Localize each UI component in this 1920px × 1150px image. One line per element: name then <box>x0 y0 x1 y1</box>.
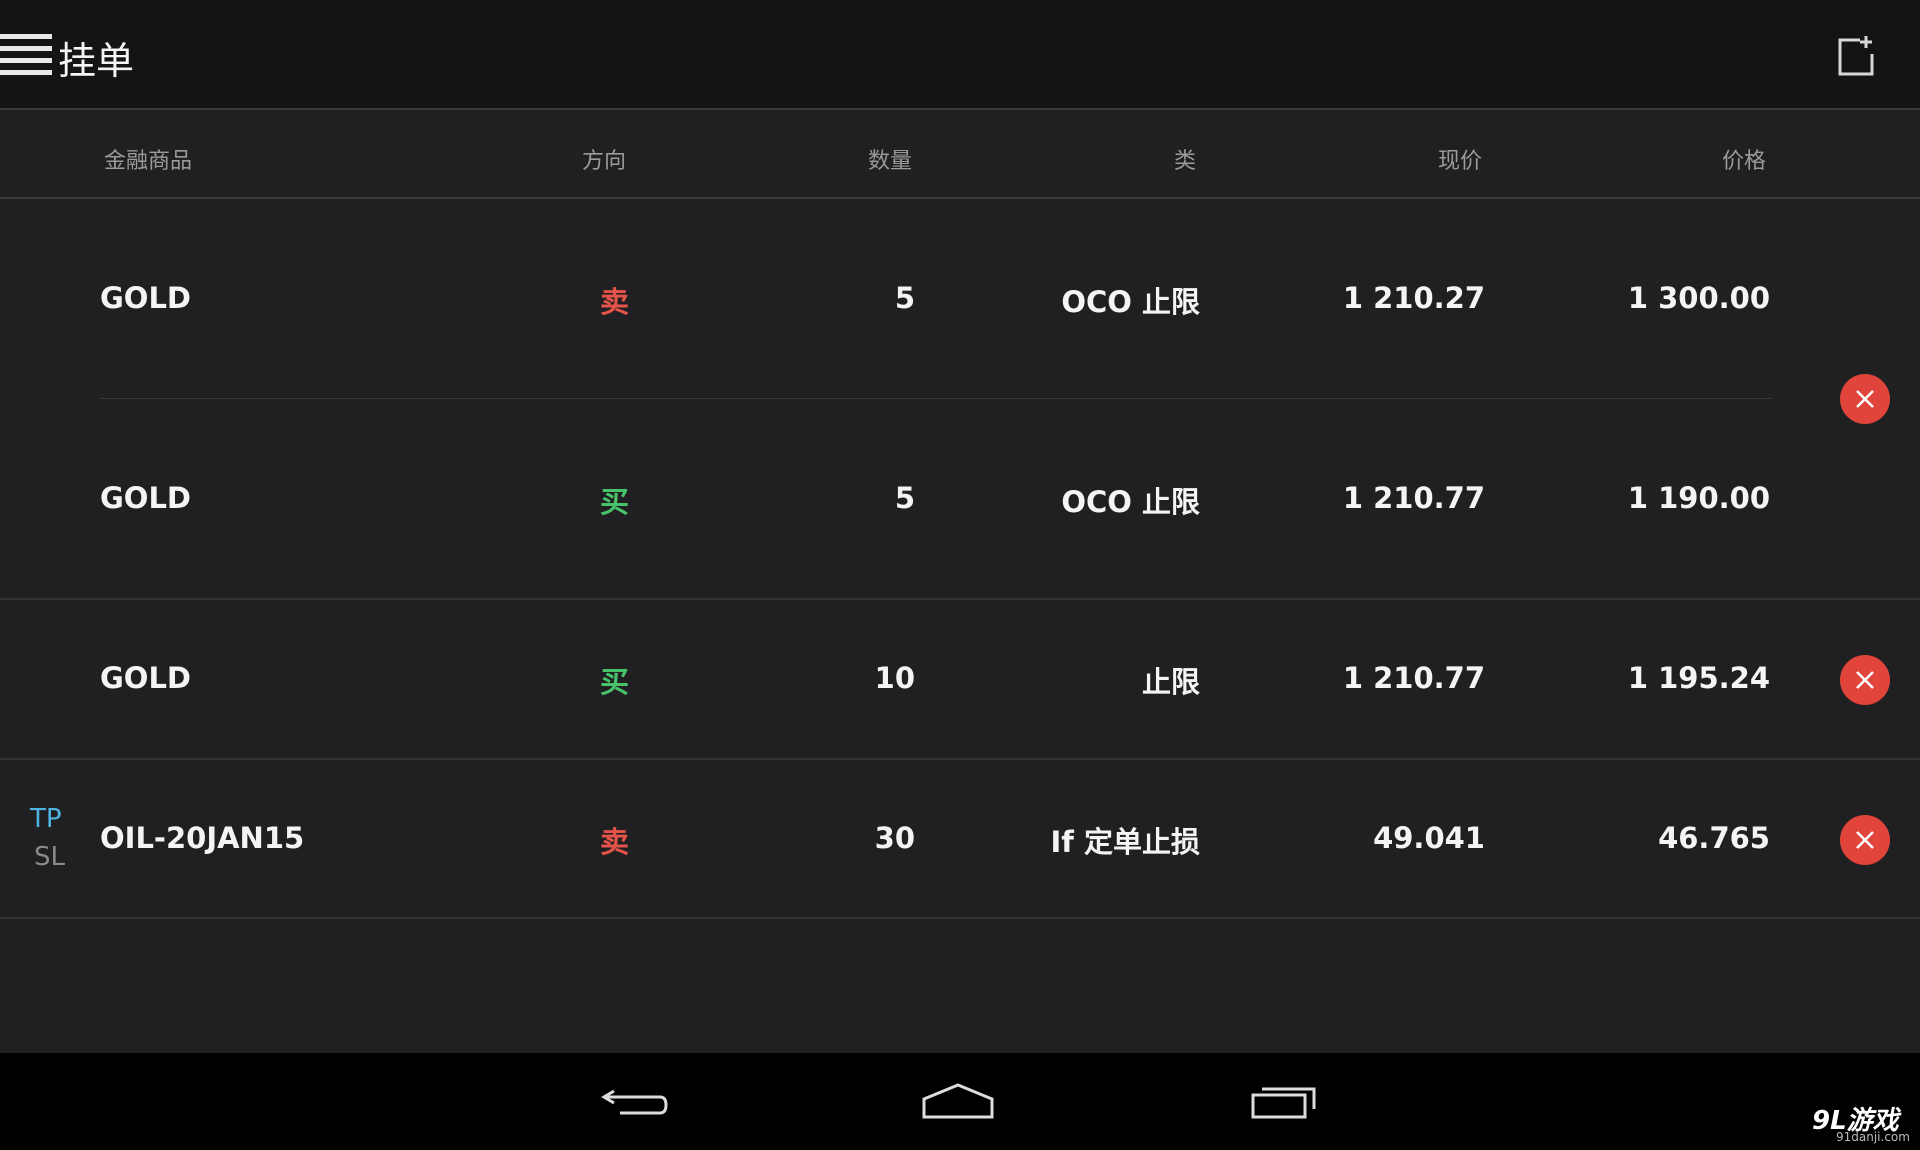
direction-cell: 买 <box>600 485 630 519</box>
column-header-direction[interactable]: 方向 <box>582 143 626 175</box>
price-cell: 1 190.00 <box>1627 481 1770 515</box>
column-header-type[interactable]: 类 <box>1100 143 1196 175</box>
order-type-cell: OCO 止限 <box>1061 285 1200 319</box>
order-group: GOLD 买 10 止限 1 210.77 1 195.24 <box>0 600 1920 760</box>
cancel-order-button[interactable] <box>1840 815 1890 865</box>
current-price-cell: 1 210.27 <box>1342 281 1485 315</box>
table-row[interactable]: GOLD 买 10 止限 1 210.77 1 195.24 <box>0 600 1840 760</box>
column-header-instrument[interactable]: 金融商品 <box>104 143 192 175</box>
direction-cell: 卖 <box>600 285 630 319</box>
instrument-cell: GOLD <box>100 661 192 695</box>
close-icon <box>1856 671 1874 689</box>
price-cell: 1 195.24 <box>1627 661 1770 695</box>
new-order-icon[interactable] <box>1834 34 1878 78</box>
column-header-price[interactable]: 价格 <box>1666 143 1766 175</box>
column-header-current-price[interactable]: 现价 <box>1382 143 1482 175</box>
current-price-cell: 1 210.77 <box>1342 661 1485 695</box>
price-cell: 1 300.00 <box>1627 281 1770 315</box>
order-type-cell: 止限 <box>1141 665 1200 699</box>
order-type-cell: If 定单止损 <box>1050 825 1200 859</box>
menu-icon[interactable] <box>0 34 52 78</box>
quantity-cell: 5 <box>894 481 915 515</box>
instrument-cell: OIL-20JAN15 <box>100 821 305 855</box>
quantity-cell: 30 <box>874 821 915 855</box>
close-icon <box>1856 390 1874 408</box>
system-nav-bar <box>0 1053 1920 1150</box>
watermark-domain: 91danji.com <box>1836 1130 1910 1144</box>
direction-cell: 卖 <box>600 825 630 859</box>
order-type-cell: OCO 止限 <box>1061 485 1200 519</box>
quantity-cell: 5 <box>894 281 915 315</box>
order-group: TP SL OIL-20JAN15 卖 30 If 定单止损 49.041 46… <box>0 760 1920 919</box>
page-title: 挂单 <box>58 39 135 83</box>
top-bar: 挂单 <box>0 0 1920 110</box>
table-row[interactable]: OIL-20JAN15 卖 30 If 定单止损 49.041 46.765 <box>0 760 1840 919</box>
table-header: 金融商品 方向 数量 类 现价 价格 <box>0 110 1920 199</box>
home-icon[interactable] <box>920 1081 996 1121</box>
order-group-oco: GOLD 卖 5 OCO 止限 1 210.27 1 300.00 GOLD 买… <box>0 199 1920 600</box>
price-cell: 46.765 <box>1658 821 1770 855</box>
instrument-cell: GOLD <box>100 281 192 315</box>
instrument-cell: GOLD <box>100 481 192 515</box>
current-price-cell: 1 210.77 <box>1342 481 1485 515</box>
close-icon <box>1856 831 1874 849</box>
back-icon[interactable] <box>600 1083 672 1123</box>
direction-cell: 买 <box>600 665 630 699</box>
table-row[interactable]: GOLD 买 5 OCO 止限 1 210.77 1 190.00 <box>0 399 1840 599</box>
recents-icon[interactable] <box>1250 1081 1320 1121</box>
quantity-cell: 10 <box>874 661 915 695</box>
cancel-order-button[interactable] <box>1840 655 1890 705</box>
current-price-cell: 49.041 <box>1373 821 1485 855</box>
table-row[interactable]: GOLD 卖 5 OCO 止限 1 210.27 1 300.00 <box>0 199 1840 399</box>
cancel-order-button[interactable] <box>1840 374 1890 424</box>
column-header-quantity[interactable]: 数量 <box>812 143 912 175</box>
